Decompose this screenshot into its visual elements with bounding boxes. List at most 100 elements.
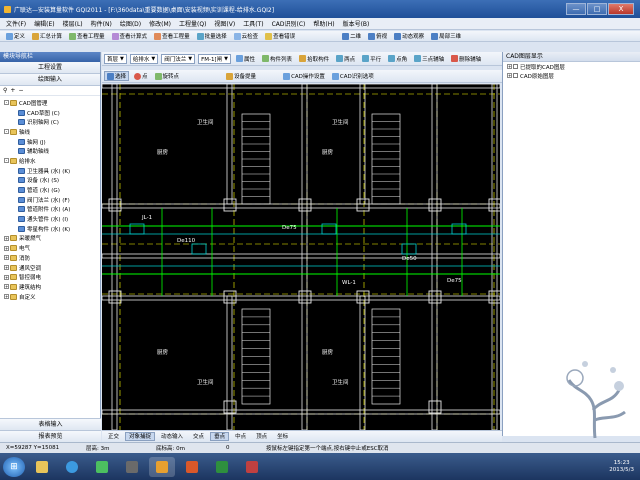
expand-icon[interactable]: +	[4, 235, 9, 241]
collapse-icon[interactable]: -	[4, 158, 9, 164]
menu-version[interactable]: 版本号(B)	[339, 19, 374, 28]
tree-item[interactable]: 管道 (水) (G)	[2, 185, 100, 195]
floor-select[interactable]: 首层 ▼	[104, 53, 127, 64]
intersection-snap[interactable]: 交点	[189, 432, 208, 441]
taskbar-app-player[interactable]	[89, 457, 115, 477]
view-quantity2-button[interactable]: 查看工程量	[152, 31, 192, 41]
tree-item[interactable]: + 通风空调	[2, 263, 100, 273]
cad-settings-button[interactable]: CAD操作设置	[281, 71, 327, 81]
coordinate-snap[interactable]: 坐标	[273, 432, 292, 441]
tree-item[interactable]: + 电气	[2, 243, 100, 253]
extracted-layers-item[interactable]: + 已提取的CAD图层	[503, 62, 640, 71]
object-snap-toggle[interactable]: 对象捕捉	[125, 432, 156, 441]
layer-checkbox[interactable]	[513, 64, 518, 69]
collapse-icon[interactable]: -	[4, 129, 9, 135]
expand-icon[interactable]: +	[507, 73, 512, 78]
equipment-extract-button[interactable]: 设备提量	[224, 71, 258, 81]
taskbar-clock[interactable]: 15:23 2013/5/3	[609, 460, 634, 474]
tree-item[interactable]: 通头管件 (水) (I)	[2, 214, 100, 224]
menu-edit[interactable]: 编辑(E)	[30, 19, 58, 28]
collapse-icon[interactable]: −	[18, 87, 23, 94]
tree-item[interactable]: 卫生器具 (水) (K)	[2, 166, 100, 176]
component-list-button[interactable]: 构件列表	[260, 54, 294, 64]
menu-modify[interactable]: 修改(M)	[145, 19, 175, 28]
point-button[interactable]: 点	[132, 71, 150, 81]
menu-view[interactable]: 视图(V)	[210, 19, 239, 28]
tree-item[interactable]: - 给排水	[2, 156, 100, 166]
two-point-button[interactable]: 两点	[334, 54, 357, 64]
tree-item[interactable]: 阀门法兰 (水) (F)	[2, 195, 100, 205]
category-select[interactable]: 给排水 ▼	[129, 53, 159, 64]
original-layers-item[interactable]: + CAD原始图层	[503, 71, 640, 80]
parallel-button[interactable]: 平行	[360, 54, 383, 64]
menu-tools[interactable]: 工具(T)	[239, 19, 267, 28]
dynamic-input-toggle[interactable]: 动态输入	[157, 432, 187, 441]
pick-component-button[interactable]: 拾取构件	[297, 54, 331, 64]
tree-item[interactable]: - CAD图管理	[2, 98, 100, 108]
menu-floor[interactable]: 楼层(L)	[59, 19, 87, 28]
view-errors-button[interactable]: 查看错误	[263, 31, 297, 41]
tree-item[interactable]: 管道附件 (水) (A)	[2, 205, 100, 215]
report-preview-button[interactable]: 报表预览	[0, 430, 101, 442]
properties-button[interactable]: 属性	[234, 54, 257, 64]
tree-item[interactable]: + 采暖燃气	[2, 234, 100, 244]
rotate-point-button[interactable]: 旋转点	[153, 71, 182, 81]
ortho-toggle[interactable]: 正交	[104, 432, 123, 441]
cad-drawing-canvas[interactable]: 厨房 卫生间 厨房 卫生间 厨房 卫生间 厨房 卫生间 JL-1 WL-1 De110 De50 De7…	[102, 84, 500, 430]
component-select[interactable]: FM-1[闸 ▼	[198, 53, 232, 64]
start-button[interactable]: ⊞	[3, 456, 25, 477]
collapse-icon[interactable]: -	[4, 100, 9, 106]
expand-icon[interactable]: +	[4, 265, 9, 271]
tree-item[interactable]: - 轴线	[2, 127, 100, 137]
three-point-axis-button[interactable]: 三点辅轴	[412, 54, 446, 64]
menu-draw[interactable]: 绘图(D)	[116, 19, 145, 28]
layer-checkbox[interactable]	[513, 73, 518, 78]
minimize-button[interactable]: —	[566, 3, 586, 15]
taskbar-app-explorer[interactable]	[29, 457, 55, 477]
drawing-input-button[interactable]: 绘图输入	[0, 74, 100, 86]
view-formula-button[interactable]: 查看计算式	[110, 31, 150, 41]
perpendicular-snap[interactable]: 垂点	[210, 432, 230, 441]
tree-item[interactable]: + 消防	[2, 253, 100, 263]
table-input-button[interactable]: 表格输入	[0, 418, 101, 430]
menu-file[interactable]: 文件(F)	[2, 19, 30, 28]
batch-select-button[interactable]: 批量选择	[195, 31, 229, 41]
view-quantity-button[interactable]: 查看工程量	[67, 31, 107, 41]
close-button[interactable]: X	[608, 3, 634, 15]
tree-item[interactable]: 零星构件 (水) (K)	[2, 224, 100, 234]
vertex-snap[interactable]: 顶点	[252, 432, 271, 441]
menu-help[interactable]: 帮助(H)	[309, 19, 338, 28]
tree-item[interactable]: CAD草图 (C)	[2, 108, 100, 118]
tree-item[interactable]: 辅助轴线	[2, 146, 100, 156]
expand-icon[interactable]: +	[4, 284, 9, 290]
expand-icon[interactable]: +	[507, 64, 512, 69]
type-select[interactable]: 阀门法兰 ▼	[161, 53, 196, 64]
pin-icon[interactable]: ⚲	[3, 87, 7, 94]
expand-icon[interactable]: +	[4, 245, 9, 251]
taskbar-app-ppt[interactable]	[179, 457, 205, 477]
maximize-button[interactable]: □	[587, 3, 607, 15]
local-3d-button[interactable]: 局部三维	[429, 31, 463, 41]
taskbar-app-gqi[interactable]	[149, 456, 175, 477]
top-view-button[interactable]: 俯视	[366, 31, 389, 41]
tree-item[interactable]: 轴网 (J)	[2, 137, 100, 147]
menu-cad[interactable]: CAD识别(C)	[268, 19, 310, 28]
expand-icon[interactable]: +	[4, 274, 9, 280]
2d-view-button[interactable]: 二维	[340, 31, 363, 41]
select-button[interactable]: 选择	[104, 71, 130, 81]
tree-item[interactable]: 识别轴网 (C)	[2, 117, 100, 127]
menu-quantity[interactable]: 工程量(Q)	[175, 19, 210, 28]
tree-item[interactable]: + 自定义	[2, 292, 100, 302]
calc-button[interactable]: 汇总计算	[30, 31, 64, 41]
taskbar-app-media[interactable]	[119, 457, 145, 477]
menu-component[interactable]: 构件(N)	[87, 19, 116, 28]
taskbar-app-other[interactable]	[239, 457, 265, 477]
expand-icon[interactable]: +	[4, 294, 9, 300]
delete-axis-button[interactable]: 删除辅轴	[449, 54, 483, 64]
expand-icon[interactable]: +	[4, 255, 9, 261]
cad-recognize-options-button[interactable]: CAD识别选项	[330, 71, 376, 81]
tree-item[interactable]: + 建筑结构	[2, 282, 100, 292]
taskbar-app-excel[interactable]	[209, 457, 235, 477]
project-settings-button[interactable]: 工程设置	[0, 62, 100, 74]
tree-item[interactable]: + 智控弱电	[2, 272, 100, 282]
